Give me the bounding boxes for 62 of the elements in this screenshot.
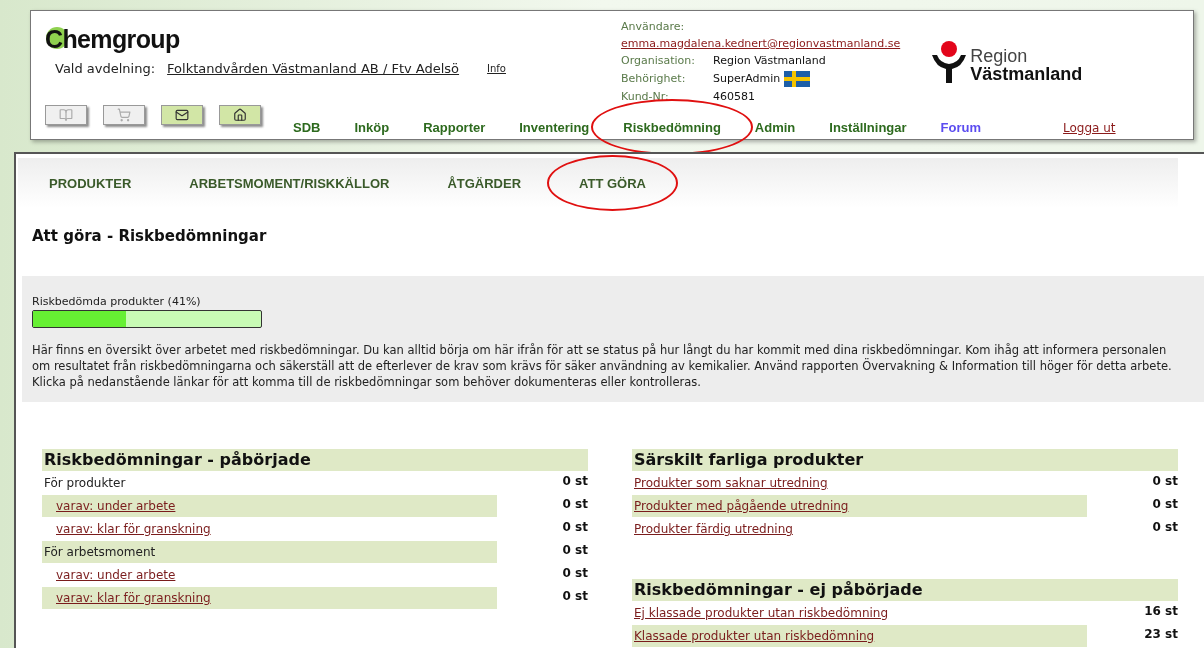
count-text: 16 st [1144, 603, 1178, 620]
section-title: Särskilt farliga produkter [634, 449, 864, 471]
department-link[interactable]: Folktandvården Västmanland AB / Ftv Adelsö [167, 59, 460, 79]
count-text: 0 st [562, 473, 588, 490]
region-logo-text: Västmanland [970, 65, 1083, 83]
swedish-flag-icon [784, 71, 811, 87]
nav-link[interactable]: Logga ut [1063, 121, 1116, 135]
tab[interactable]: ÅTGÄRDER [447, 176, 522, 191]
nav-link[interactable]: Inventering [519, 120, 590, 135]
progress-label: Riskbedömda produkter (41%) [32, 293, 202, 310]
count-text: 0 st [1152, 519, 1178, 536]
count-text: 0 st [562, 588, 588, 605]
count-text: 0 st [562, 542, 588, 559]
page-title: Att göra - Riskbedömningar [32, 226, 268, 247]
count-text: 0 st [562, 565, 588, 582]
user-label: Användare: [621, 19, 686, 35]
region-logo-icon [930, 41, 969, 83]
nav-link[interactable]: SDB [293, 120, 321, 135]
info-link[interactable]: Info [487, 61, 506, 77]
list-link[interactable]: varav: klar för granskning [42, 589, 211, 607]
tab[interactable]: PRODUKTER [49, 176, 132, 191]
field-label: Organisation: [621, 52, 696, 69]
list-link[interactable]: varav: klar för granskning [42, 520, 211, 538]
nav-link[interactable]: Admin [754, 120, 796, 135]
list-link[interactable]: varav: under arbete [42, 497, 176, 515]
list-label: För produkter [43, 475, 126, 492]
nav-link[interactable]: Inställningar [829, 120, 907, 135]
tab[interactable]: ARBETSMOMENT/RISKKÄLLOR [189, 176, 390, 191]
house-button[interactable] [219, 104, 261, 125]
house-icon [233, 107, 247, 122]
section-title: Riskbedömningar - ej påbörjade [634, 579, 923, 601]
intro-text: Här finns en översikt över arbetet med riskbedömningar. Du kan alltid börja om här ifrån för att se status på hur långt du har kommit med dina riskbedömningar. Kom ihåg att informera personalen om resultatet från riskbedömningarna och säkerställ att de efterlever de krav som krävs för säker användning av kemikalier. Använd rapporten Övervakning & Information till höger för detta arbete. Klicka på nedanstående länkar för att komma till de riskbedömningar som behöver dokumenteras eller kontrolleras. [32, 342, 1173, 390]
field-value: Region Västmanland [713, 52, 826, 69]
field-value: 460581 [713, 88, 755, 105]
nav-link[interactable]: Inköp [354, 120, 390, 135]
field-label: Behörighet: [621, 70, 687, 87]
field-value: SuperAdmin [713, 70, 781, 87]
list-link[interactable]: Ej klassade produkter utan riskbedömning [632, 604, 889, 622]
nav-link[interactable]: Riskbedömning [623, 120, 721, 135]
count-text: 0 st [562, 496, 588, 513]
count-text: 0 st [1152, 496, 1178, 513]
envelope-button[interactable] [161, 104, 203, 125]
user-email-link[interactable]: emma.magdalena.kednert@regionvastmanland.se [621, 35, 901, 52]
count-text: 23 st [1144, 626, 1178, 643]
list-label: För arbetsmoment [43, 544, 156, 561]
count-text: 0 st [1152, 473, 1178, 490]
section-title: Riskbedömningar - påbörjade [44, 449, 311, 471]
list-link[interactable]: Produkter färdig utredning [632, 520, 793, 538]
list-link[interactable]: Produkter med pågående utredning [632, 497, 849, 515]
department-label: Vald avdelning: [55, 60, 156, 78]
nav-link[interactable]: Forum [940, 120, 982, 135]
book-icon [59, 107, 73, 122]
cart-icon [117, 107, 131, 122]
field-label: Kund-Nr: [621, 88, 670, 105]
list-link[interactable]: Produkter som saknar utredning [632, 474, 828, 492]
count-text: 0 st [562, 519, 588, 536]
region-logo-text: Region [970, 47, 1028, 65]
list-link[interactable]: Klassade produkter utan riskbedömning [632, 627, 875, 645]
tab[interactable]: ATT GÖRA [579, 176, 646, 191]
list-link[interactable]: varav: under arbete [42, 566, 176, 584]
envelope-icon [175, 107, 189, 122]
nav-link[interactable]: Rapporter [423, 120, 486, 135]
